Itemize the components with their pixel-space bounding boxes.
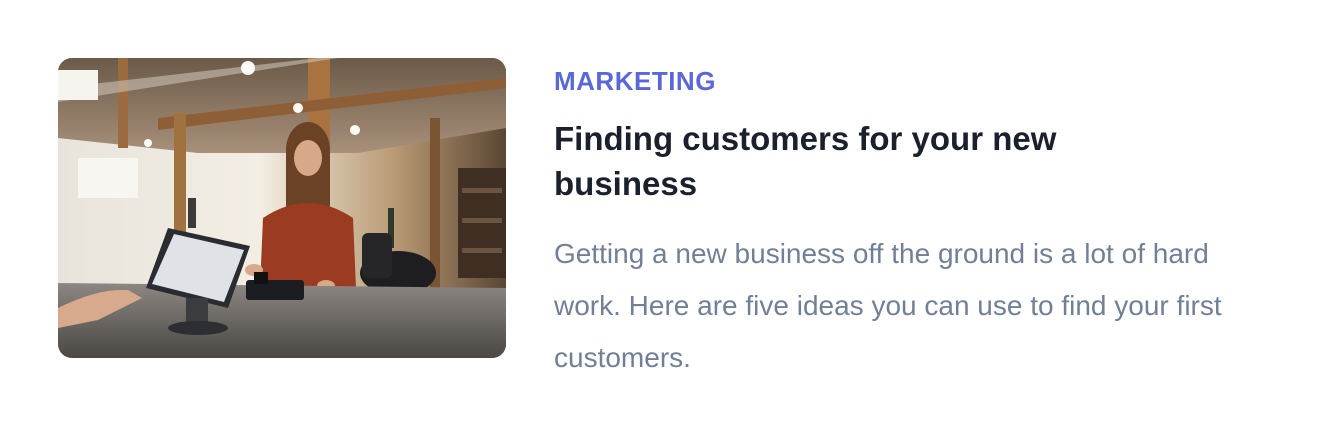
article-image[interactable]	[58, 58, 506, 358]
article-category[interactable]: MARKETING	[554, 66, 1254, 96]
article-excerpt: Getting a new business off the ground is…	[554, 238, 1222, 373]
article-content: MARKETING Finding customers for your new…	[554, 58, 1254, 384]
article-photo	[58, 58, 506, 358]
article-card[interactable]: MARKETING Finding customers for your new…	[58, 58, 1278, 373]
article-title[interactable]: Finding customers for your new business	[554, 116, 1154, 206]
